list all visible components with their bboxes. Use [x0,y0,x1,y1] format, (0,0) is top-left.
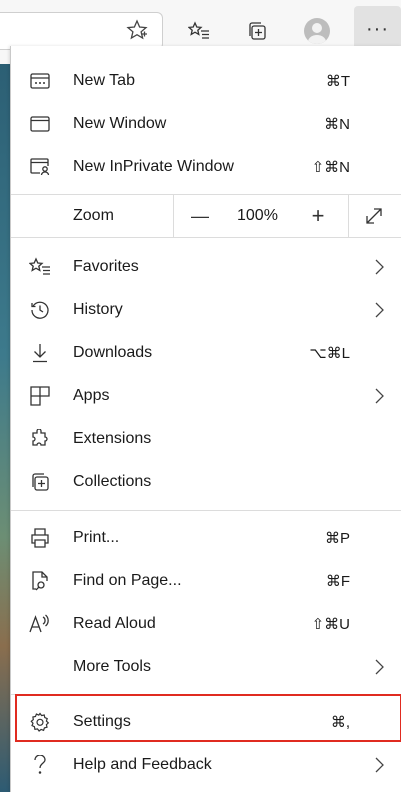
menu-item-shortcut: ⌘N [324,115,350,133]
zoom-value: 100% [237,207,278,224]
divider [348,195,349,237]
menu-item-label: Downloads [73,343,153,361]
chevron-right-icon [372,258,386,276]
favorites-icon[interactable] [182,14,216,48]
menu-item-label: New Window [73,114,167,132]
profile-avatar[interactable] [300,14,334,48]
menu-item-label: Favorites [73,257,139,275]
favorites-icon [29,256,51,278]
zoom-in-button[interactable]: + [301,199,335,233]
menu-item-label: Help and Feedback [73,755,212,773]
menu-item-collections[interactable]: Collections [11,460,401,503]
menu-item-new-window[interactable]: New Window ⌘N [11,102,401,145]
help-icon [29,754,51,776]
chevron-right-icon [372,301,386,319]
collections-icon [29,471,51,493]
more-icon: ··· [366,17,389,40]
menu-item-label: New InPrivate Window [73,157,234,175]
read-aloud-icon [29,613,51,635]
menu-item-shortcut: ⌥⌘L [309,344,350,362]
menu-item-read-aloud[interactable]: Read Aloud ⇧⌘U [11,602,401,645]
chevron-right-icon [372,387,386,405]
apps-icon [29,385,51,407]
menu-item-label: Read Aloud [73,614,156,632]
menu-item-new-tab[interactable]: New Tab ⌘T [11,59,401,102]
menu-item-downloads[interactable]: Downloads ⌥⌘L [11,331,401,374]
favorite-star-icon[interactable] [126,19,148,41]
fullscreen-button[interactable] [357,199,391,233]
minus-icon: — [191,205,209,226]
menu-item-label: Extensions [73,429,152,447]
menu-item-label: New Tab [73,71,135,89]
menu-item-shortcut: ⇧⌘U [311,615,350,633]
chevron-right-icon [372,658,386,676]
new-window-icon [29,113,51,135]
download-icon [29,342,51,364]
menu-item-history[interactable]: History [11,288,401,331]
menu-item-find-on-page[interactable]: Find on Page... ⌘F [11,559,401,602]
inprivate-icon [29,156,51,178]
chevron-right-icon [372,756,386,774]
divider [173,195,174,237]
zoom-row: Zoom — 100% + [11,194,401,238]
page-backdrop [0,64,10,792]
zoom-out-button[interactable]: — [183,199,217,233]
print-icon [29,527,51,549]
menu-item-new-inprivate-window[interactable]: New InPrivate Window ⇧⌘N [11,145,401,188]
avatar-icon [304,18,330,44]
menu-item-help-and-feedback[interactable]: Help and Feedback [11,743,401,786]
fullscreen-icon [366,208,382,224]
menu-item-label: Find on Page... [73,571,182,589]
menu-item-shortcut: ⌘P [324,529,350,547]
menu-item-favorites[interactable]: Favorites [11,245,401,288]
menu-item-shortcut: ⇧⌘N [311,158,350,176]
divider [11,510,401,511]
menu-item-apps[interactable]: Apps [11,374,401,417]
menu-item-label: More Tools [73,657,151,675]
find-icon [29,570,51,592]
menu-item-shortcut: ⌘F [325,572,350,590]
menu-item-more-tools[interactable]: More Tools [11,645,401,688]
settings-highlight-box [15,694,401,742]
menu-item-label: Apps [73,386,110,404]
zoom-label: Zoom [73,207,114,224]
menu-item-label: History [73,300,123,318]
menu-item-label: Print... [73,528,120,546]
collections-icon[interactable] [240,14,274,48]
menu-item-label: Collections [73,472,152,490]
settings-menu: New Tab ⌘T New Window ⌘N New InPrivate W… [10,46,401,792]
address-bar[interactable] [0,12,163,50]
menu-item-shortcut: ⌘T [325,72,350,90]
menu-item-extensions[interactable]: Extensions [11,417,401,460]
history-icon [29,299,51,321]
new-tab-icon [29,70,51,92]
plus-icon: + [311,203,325,228]
menu-item-print[interactable]: Print... ⌘P [11,516,401,559]
extensions-icon [29,428,51,450]
